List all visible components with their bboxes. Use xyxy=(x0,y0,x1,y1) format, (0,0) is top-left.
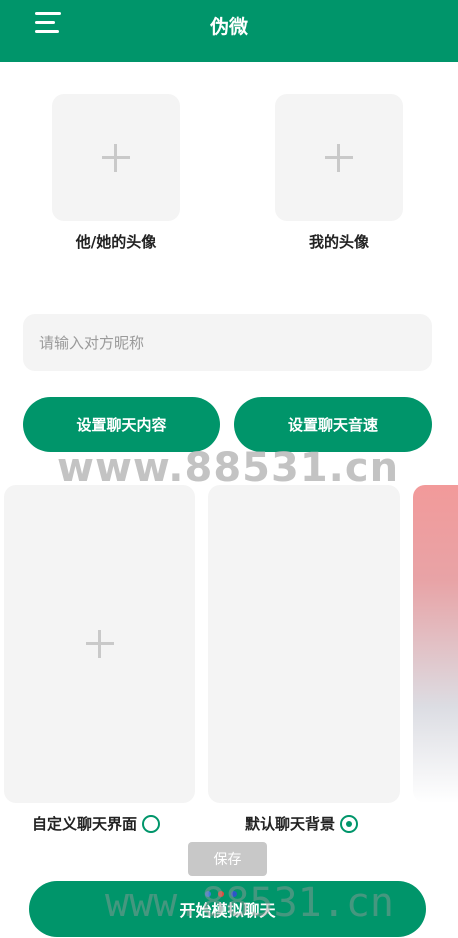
plus-icon xyxy=(102,143,130,172)
page-title: 伪微 xyxy=(209,16,248,38)
default-background-option[interactable]: 默认聊天背景 xyxy=(245,813,359,834)
watermark-bottom: www.88531.cn xyxy=(105,880,394,926)
watermark: www.88531.cn xyxy=(57,445,400,491)
custom-background-label: 自定义聊天界面 xyxy=(32,815,138,833)
custom-background-option[interactable]: 自定义聊天界面 xyxy=(32,813,161,834)
my-avatar-picker[interactable] xyxy=(275,94,403,221)
other-avatar-picker[interactable] xyxy=(52,94,180,221)
custom-background-picker[interactable] xyxy=(4,485,195,803)
save-button[interactable]: 保存 xyxy=(188,842,267,876)
set-chat-content-button[interactable]: 设置聊天内容 xyxy=(23,397,220,452)
plus-icon xyxy=(85,630,114,658)
my-avatar-label: 我的头像 xyxy=(308,233,369,251)
gradient-background-preview[interactable] xyxy=(413,485,458,803)
default-background-label: 默认聊天背景 xyxy=(245,815,336,833)
custom-background-radio[interactable] xyxy=(142,814,161,833)
default-background-radio[interactable] xyxy=(340,814,359,833)
app-header: 伪微 xyxy=(0,0,458,62)
set-chat-speed-button[interactable]: 设置聊天音速 xyxy=(234,397,432,452)
nickname-input[interactable] xyxy=(23,314,432,371)
other-avatar-label: 他/她的头像 xyxy=(75,233,157,251)
plus-icon xyxy=(325,143,353,172)
default-background-preview[interactable] xyxy=(208,485,400,803)
